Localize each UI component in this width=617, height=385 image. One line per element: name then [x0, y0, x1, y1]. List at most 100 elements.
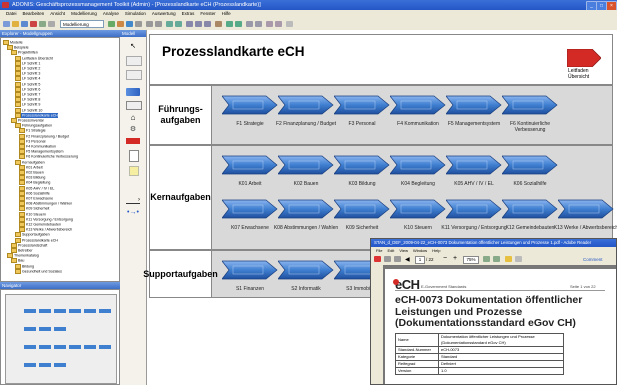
table-row: Reifegrad Definiert: [395, 360, 564, 368]
home-icon[interactable]: ⌂: [126, 113, 140, 122]
legend-link[interactable]: Leitfaden Übersicht: [567, 49, 601, 80]
menu-item[interactable]: Extras: [182, 11, 195, 16]
swimlane-icon[interactable]: [126, 56, 142, 66]
import-icon[interactable]: [275, 21, 282, 27]
zoom-field[interactable]: 75%: [463, 256, 479, 264]
search-icon[interactable]: [226, 21, 233, 27]
align-icon[interactable]: [195, 21, 202, 27]
zoom-in-icon[interactable]: [166, 21, 173, 27]
process-shape[interactable]: F5 Managementsystem: [446, 92, 502, 127]
delete-icon[interactable]: [30, 21, 37, 27]
process-shape[interactable]: K01 Arbeit: [222, 152, 278, 187]
process-shape[interactable]: F2 Finanzplanung / Budget: [276, 92, 336, 127]
prev-page-icon[interactable]: ◀: [405, 256, 410, 263]
menu-item[interactable]: Simulation: [125, 11, 146, 16]
process-shape[interactable]: F3 Personal: [334, 92, 390, 127]
process-shape[interactable]: K10 Steuern: [390, 196, 446, 231]
comment-icon[interactable]: [505, 256, 512, 262]
process-shape[interactable]: S1 Finanzen: [222, 257, 278, 292]
menu-item[interactable]: Ansicht: [50, 11, 65, 16]
model-tree[interactable]: Modelle Beispiele Projekthilfen Leitfaden Ü…: [0, 37, 120, 282]
process-shape[interactable]: F1 Strategie: [222, 92, 278, 127]
new-icon[interactable]: [3, 21, 10, 27]
process-shape[interactable]: K13 Werke / Abwerbsbereich: [554, 196, 617, 231]
check-icon[interactable]: [108, 21, 115, 27]
header-rule: [395, 290, 605, 291]
process-shape[interactable]: K08 Abstimmungen / Wahlen: [274, 196, 338, 231]
sign-icon[interactable]: [515, 256, 522, 262]
pdf-menu-item[interactable]: Help: [432, 248, 440, 253]
document-heading: eCH-0073 Dokumentation öffentlicher Leis…: [395, 294, 583, 329]
menu-item[interactable]: Analyse: [103, 11, 119, 16]
pdf-sidebar[interactable]: [371, 265, 383, 384]
tree-item-label: LF Schritt 7: [22, 92, 41, 97]
open-icon[interactable]: [12, 21, 19, 27]
process-shape-icon[interactable]: [126, 88, 140, 96]
legend-shape-icon[interactable]: [126, 138, 140, 144]
menu-item[interactable]: Modellierung: [71, 11, 97, 16]
pool-icon[interactable]: [126, 70, 142, 80]
tree-item[interactable]: Gesundheit und Soziales: [15, 268, 62, 274]
process-shape[interactable]: F6 Kontinuierliche Verbesserung: [502, 92, 558, 133]
refresh-icon[interactable]: [39, 21, 46, 27]
fit-width-icon[interactable]: [493, 256, 500, 262]
grid-icon[interactable]: [186, 21, 193, 27]
process-shape[interactable]: K03 Bildung: [334, 152, 390, 187]
save-icon[interactable]: [21, 21, 28, 27]
menu-item[interactable]: Hilfe: [222, 11, 231, 16]
pdf-menu-item[interactable]: Edit: [387, 248, 394, 253]
process-shape[interactable]: K12 Gemeindebauten: [502, 196, 558, 231]
forward-icon[interactable]: [255, 21, 262, 27]
pdf-menu-item[interactable]: File: [376, 248, 382, 253]
document-icon[interactable]: [129, 150, 139, 162]
navigator-panel[interactable]: [0, 289, 120, 385]
open-icon[interactable]: [374, 256, 381, 262]
comment-button[interactable]: Comment: [583, 256, 603, 263]
subprocess-icon[interactable]: [126, 101, 142, 110]
flow-connector-icon[interactable]: •→•: [126, 209, 140, 216]
process-shape[interactable]: F4 Kommunikation: [390, 92, 446, 127]
settings-icon[interactable]: [48, 21, 55, 27]
menu-item[interactable]: Bearbeiten: [23, 11, 45, 16]
process-shape[interactable]: K09 Sicherheit: [334, 196, 390, 231]
cut-icon[interactable]: [135, 21, 142, 27]
process-shape[interactable]: K06 Sozialhilfe: [502, 152, 558, 187]
process-shape[interactable]: S2 Informatik: [278, 257, 334, 292]
copy-icon[interactable]: [146, 21, 153, 27]
pdf-menu-item[interactable]: Window: [413, 248, 427, 253]
cursor-icon[interactable]: ↖: [126, 42, 140, 50]
process-shape[interactable]: K05 AHV / IV / EL: [446, 152, 502, 187]
paste-icon[interactable]: [155, 21, 162, 27]
section-label: Kernaufgaben: [150, 146, 212, 249]
mode-select[interactable]: Modellierung: [60, 20, 104, 28]
zoom-in-icon[interactable]: +: [453, 255, 457, 262]
layout-icon[interactable]: [204, 21, 211, 27]
table-cell: Name: [395, 333, 439, 347]
fit-page-icon[interactable]: [483, 256, 490, 262]
pdf-menu-item[interactable]: View: [399, 248, 408, 253]
process-shape[interactable]: K04 Begleitung: [390, 152, 446, 187]
print-icon[interactable]: [215, 21, 222, 27]
menu-item[interactable]: Fenster: [200, 11, 215, 16]
email-icon[interactable]: [394, 256, 401, 262]
process-shape[interactable]: K07 Erwachsene: [222, 196, 278, 231]
redo-icon[interactable]: [126, 21, 133, 27]
process-shape[interactable]: K02 Bauen: [278, 152, 334, 187]
page-number-field[interactable]: 1: [415, 256, 425, 264]
tree-item-label: LF Schritt 6: [22, 87, 41, 92]
table-cell: Standard-Nummer: [395, 346, 439, 354]
note-icon[interactable]: [129, 166, 139, 176]
menu-item[interactable]: Datei: [6, 11, 17, 16]
undo-icon[interactable]: [117, 21, 124, 27]
help-icon[interactable]: [286, 21, 293, 27]
zoom-out-icon[interactable]: −: [443, 255, 447, 262]
back-icon[interactable]: [246, 21, 253, 27]
process-shape[interactable]: K11 Versorgung / Entsorgung: [441, 196, 507, 231]
link-icon[interactable]: [235, 21, 242, 27]
export-icon[interactable]: [266, 21, 273, 27]
connector-icon[interactable]: ›: [126, 197, 140, 204]
print-icon[interactable]: [384, 256, 391, 262]
settings-shape-icon[interactable]: ⚙: [126, 125, 140, 133]
zoom-out-icon[interactable]: [175, 21, 182, 27]
menu-item[interactable]: Auswertung: [152, 11, 176, 16]
